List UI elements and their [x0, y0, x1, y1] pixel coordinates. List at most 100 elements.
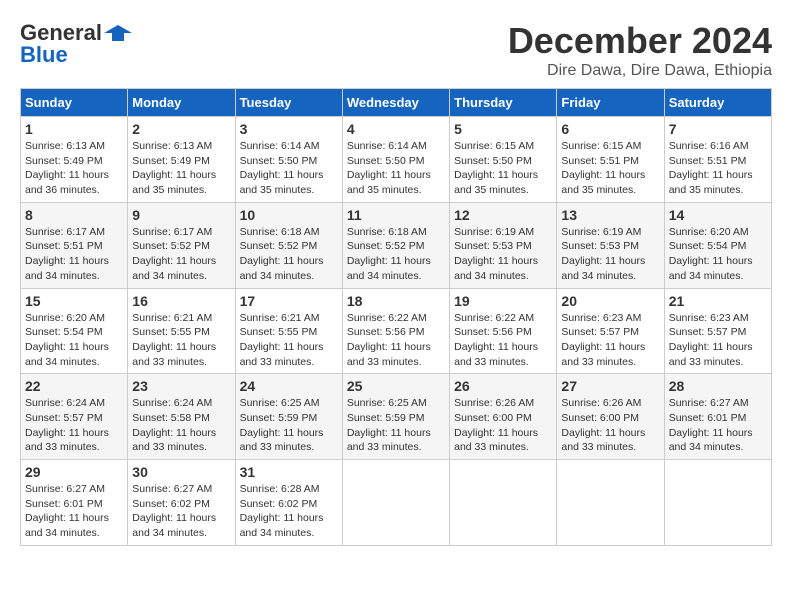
table-cell: 24 Sunrise: 6:25 AM Sunset: 5:59 PM Dayl…: [235, 374, 342, 460]
table-cell: 17 Sunrise: 6:21 AM Sunset: 5:55 PM Dayl…: [235, 288, 342, 374]
table-cell: 6 Sunrise: 6:15 AM Sunset: 5:51 PM Dayli…: [557, 117, 664, 203]
day-number: 12: [454, 207, 552, 223]
table-cell: 9 Sunrise: 6:17 AM Sunset: 5:52 PM Dayli…: [128, 202, 235, 288]
header-row: Sunday Monday Tuesday Wednesday Thursday…: [21, 89, 772, 117]
logo-blue-text: Blue: [20, 42, 68, 68]
day-number: 17: [240, 293, 338, 309]
table-cell: [664, 460, 771, 546]
col-saturday: Saturday: [664, 89, 771, 117]
day-number: 9: [132, 207, 230, 223]
page-header: General Blue December 2024 Dire Dawa, Di…: [20, 20, 772, 80]
day-number: 31: [240, 464, 338, 480]
day-number: 24: [240, 378, 338, 394]
table-cell: 18 Sunrise: 6:22 AM Sunset: 5:56 PM Dayl…: [342, 288, 449, 374]
day-number: 18: [347, 293, 445, 309]
day-number: 8: [25, 207, 123, 223]
day-number: 11: [347, 207, 445, 223]
table-cell: 12 Sunrise: 6:19 AM Sunset: 5:53 PM Dayl…: [450, 202, 557, 288]
table-cell: [450, 460, 557, 546]
location-text: Dire Dawa, Dire Dawa, Ethiopia: [508, 62, 772, 80]
table-cell: 20 Sunrise: 6:23 AM Sunset: 5:57 PM Dayl…: [557, 288, 664, 374]
day-number: 23: [132, 378, 230, 394]
table-cell: [342, 460, 449, 546]
col-sunday: Sunday: [21, 89, 128, 117]
table-cell: 16 Sunrise: 6:21 AM Sunset: 5:55 PM Dayl…: [128, 288, 235, 374]
title-area: December 2024 Dire Dawa, Dire Dawa, Ethi…: [508, 20, 772, 80]
day-number: 3: [240, 121, 338, 137]
day-number: 19: [454, 293, 552, 309]
table-cell: 23 Sunrise: 6:24 AM Sunset: 5:58 PM Dayl…: [128, 374, 235, 460]
table-cell: 21 Sunrise: 6:23 AM Sunset: 5:57 PM Dayl…: [664, 288, 771, 374]
table-cell: 26 Sunrise: 6:26 AM Sunset: 6:00 PM Dayl…: [450, 374, 557, 460]
table-cell: 4 Sunrise: 6:14 AM Sunset: 5:50 PM Dayli…: [342, 117, 449, 203]
col-wednesday: Wednesday: [342, 89, 449, 117]
day-number: 2: [132, 121, 230, 137]
day-info: Sunrise: 6:17 AM Sunset: 5:52 PM Dayligh…: [132, 225, 230, 284]
table-cell: 3 Sunrise: 6:14 AM Sunset: 5:50 PM Dayli…: [235, 117, 342, 203]
col-monday: Monday: [128, 89, 235, 117]
day-info: Sunrise: 6:19 AM Sunset: 5:53 PM Dayligh…: [561, 225, 659, 284]
day-number: 5: [454, 121, 552, 137]
day-number: 10: [240, 207, 338, 223]
day-info: Sunrise: 6:21 AM Sunset: 5:55 PM Dayligh…: [240, 311, 338, 370]
day-info: Sunrise: 6:19 AM Sunset: 5:53 PM Dayligh…: [454, 225, 552, 284]
table-cell: 5 Sunrise: 6:15 AM Sunset: 5:50 PM Dayli…: [450, 117, 557, 203]
day-info: Sunrise: 6:27 AM Sunset: 6:01 PM Dayligh…: [25, 482, 123, 541]
col-thursday: Thursday: [450, 89, 557, 117]
day-number: 27: [561, 378, 659, 394]
day-info: Sunrise: 6:25 AM Sunset: 5:59 PM Dayligh…: [347, 396, 445, 455]
day-info: Sunrise: 6:22 AM Sunset: 5:56 PM Dayligh…: [454, 311, 552, 370]
week-row-1: 1 Sunrise: 6:13 AM Sunset: 5:49 PM Dayli…: [21, 117, 772, 203]
table-cell: 13 Sunrise: 6:19 AM Sunset: 5:53 PM Dayl…: [557, 202, 664, 288]
day-number: 28: [669, 378, 767, 394]
day-info: Sunrise: 6:20 AM Sunset: 5:54 PM Dayligh…: [25, 311, 123, 370]
day-number: 15: [25, 293, 123, 309]
day-number: 14: [669, 207, 767, 223]
day-info: Sunrise: 6:22 AM Sunset: 5:56 PM Dayligh…: [347, 311, 445, 370]
table-cell: 31 Sunrise: 6:28 AM Sunset: 6:02 PM Dayl…: [235, 460, 342, 546]
day-number: 22: [25, 378, 123, 394]
table-cell: 15 Sunrise: 6:20 AM Sunset: 5:54 PM Dayl…: [21, 288, 128, 374]
day-info: Sunrise: 6:15 AM Sunset: 5:51 PM Dayligh…: [561, 139, 659, 198]
day-info: Sunrise: 6:24 AM Sunset: 5:57 PM Dayligh…: [25, 396, 123, 455]
week-row-3: 15 Sunrise: 6:20 AM Sunset: 5:54 PM Dayl…: [21, 288, 772, 374]
day-info: Sunrise: 6:16 AM Sunset: 5:51 PM Dayligh…: [669, 139, 767, 198]
day-info: Sunrise: 6:14 AM Sunset: 5:50 PM Dayligh…: [240, 139, 338, 198]
day-number: 6: [561, 121, 659, 137]
day-number: 26: [454, 378, 552, 394]
day-info: Sunrise: 6:28 AM Sunset: 6:02 PM Dayligh…: [240, 482, 338, 541]
day-number: 25: [347, 378, 445, 394]
table-cell: 30 Sunrise: 6:27 AM Sunset: 6:02 PM Dayl…: [128, 460, 235, 546]
day-number: 1: [25, 121, 123, 137]
day-number: 21: [669, 293, 767, 309]
day-info: Sunrise: 6:13 AM Sunset: 5:49 PM Dayligh…: [132, 139, 230, 198]
day-info: Sunrise: 6:15 AM Sunset: 5:50 PM Dayligh…: [454, 139, 552, 198]
day-info: Sunrise: 6:18 AM Sunset: 5:52 PM Dayligh…: [240, 225, 338, 284]
table-cell: 22 Sunrise: 6:24 AM Sunset: 5:57 PM Dayl…: [21, 374, 128, 460]
day-info: Sunrise: 6:27 AM Sunset: 6:01 PM Dayligh…: [669, 396, 767, 455]
table-cell: 29 Sunrise: 6:27 AM Sunset: 6:01 PM Dayl…: [21, 460, 128, 546]
col-tuesday: Tuesday: [235, 89, 342, 117]
logo: General Blue: [20, 20, 132, 68]
week-row-5: 29 Sunrise: 6:27 AM Sunset: 6:01 PM Dayl…: [21, 460, 772, 546]
week-row-4: 22 Sunrise: 6:24 AM Sunset: 5:57 PM Dayl…: [21, 374, 772, 460]
day-info: Sunrise: 6:27 AM Sunset: 6:02 PM Dayligh…: [132, 482, 230, 541]
table-cell: 11 Sunrise: 6:18 AM Sunset: 5:52 PM Dayl…: [342, 202, 449, 288]
day-info: Sunrise: 6:23 AM Sunset: 5:57 PM Dayligh…: [561, 311, 659, 370]
table-cell: 8 Sunrise: 6:17 AM Sunset: 5:51 PM Dayli…: [21, 202, 128, 288]
table-cell: [557, 460, 664, 546]
table-cell: 7 Sunrise: 6:16 AM Sunset: 5:51 PM Dayli…: [664, 117, 771, 203]
day-number: 20: [561, 293, 659, 309]
table-cell: 1 Sunrise: 6:13 AM Sunset: 5:49 PM Dayli…: [21, 117, 128, 203]
day-info: Sunrise: 6:26 AM Sunset: 6:00 PM Dayligh…: [454, 396, 552, 455]
day-info: Sunrise: 6:14 AM Sunset: 5:50 PM Dayligh…: [347, 139, 445, 198]
day-info: Sunrise: 6:18 AM Sunset: 5:52 PM Dayligh…: [347, 225, 445, 284]
table-cell: 2 Sunrise: 6:13 AM Sunset: 5:49 PM Dayli…: [128, 117, 235, 203]
table-cell: 19 Sunrise: 6:22 AM Sunset: 5:56 PM Dayl…: [450, 288, 557, 374]
day-info: Sunrise: 6:25 AM Sunset: 5:59 PM Dayligh…: [240, 396, 338, 455]
day-info: Sunrise: 6:24 AM Sunset: 5:58 PM Dayligh…: [132, 396, 230, 455]
table-cell: 14 Sunrise: 6:20 AM Sunset: 5:54 PM Dayl…: [664, 202, 771, 288]
table-cell: 28 Sunrise: 6:27 AM Sunset: 6:01 PM Dayl…: [664, 374, 771, 460]
day-info: Sunrise: 6:13 AM Sunset: 5:49 PM Dayligh…: [25, 139, 123, 198]
day-info: Sunrise: 6:17 AM Sunset: 5:51 PM Dayligh…: [25, 225, 123, 284]
